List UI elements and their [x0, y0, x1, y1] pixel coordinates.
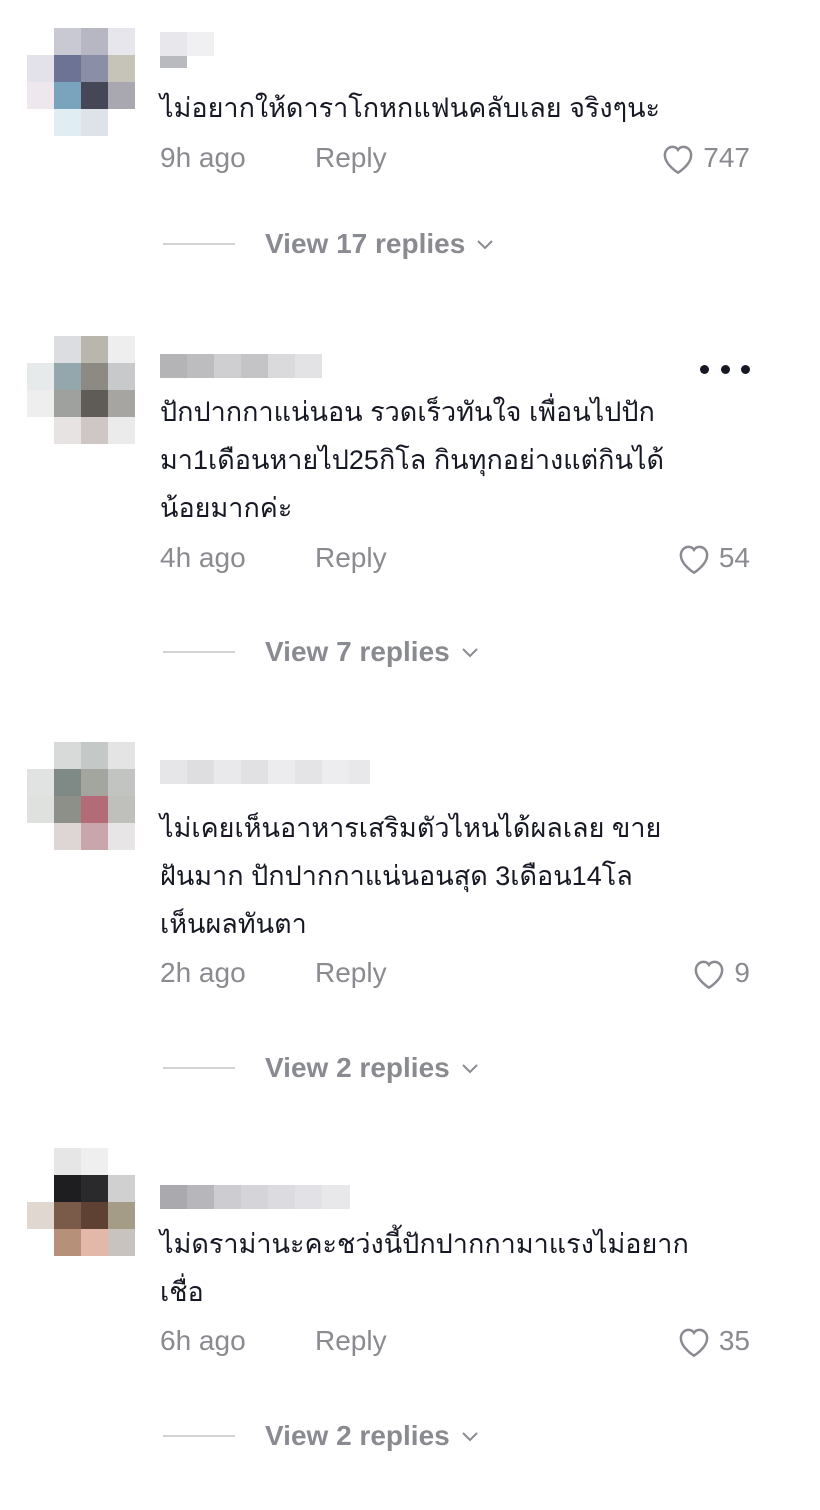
like-count: 35	[718, 1325, 750, 1356]
chevron-down-icon	[462, 1064, 478, 1074]
chevron-down-icon	[477, 240, 493, 250]
reply-button[interactable]: Reply	[315, 1321, 387, 1361]
like-button[interactable]: 747	[659, 138, 750, 178]
view-replies-label: View 7 replies	[265, 636, 450, 667]
view-replies-button[interactable]: View 17 replies	[163, 224, 495, 264]
like-button[interactable]: 9	[690, 953, 750, 993]
divider-line	[163, 243, 235, 245]
comment-time: 2h ago	[160, 957, 246, 988]
comment-text: ไม่เคยเห็นอาหารเสริมตัวไหนได้ผลเลย ขาย ฝ…	[160, 813, 662, 939]
username-redacted[interactable]	[160, 32, 220, 68]
view-replies-label: View 2 replies	[265, 1052, 450, 1083]
divider-line	[163, 1435, 235, 1437]
comment-meta: 2h ago Reply 9	[160, 953, 750, 993]
heart-outline-icon	[679, 545, 709, 575]
view-replies-label: View 2 replies	[265, 1420, 450, 1451]
view-replies-button[interactable]: View 2 replies	[163, 1416, 480, 1456]
like-button[interactable]: 35	[675, 1321, 750, 1361]
chevron-down-icon	[462, 648, 478, 658]
comment-text: ปักปากกาแน่นอน รวดเร็วทันใจ เพื่อนไปปัก …	[160, 397, 665, 523]
like-count: 54	[718, 542, 750, 573]
comment-meta: 6h ago Reply 35	[160, 1321, 750, 1361]
comment-text: ไม่อยากให้ดาราโกหกแฟนคลับเลย จริงๆนะ	[160, 93, 661, 123]
divider-line	[163, 651, 235, 653]
view-replies-button[interactable]: View 2 replies	[163, 1048, 480, 1088]
comment-time: 4h ago	[160, 542, 246, 573]
heart-outline-icon	[663, 145, 693, 175]
avatar[interactable]	[27, 336, 137, 456]
chevron-down-icon	[462, 1432, 478, 1442]
comment-meta: 9h ago Reply 747	[160, 138, 750, 178]
comment-time: 6h ago	[160, 1325, 246, 1356]
reply-button[interactable]: Reply	[315, 953, 387, 993]
comment-text: ไม่ดราม่านะคะชว่งนี้ปักปากกามาแรงไม่อยาก…	[160, 1229, 689, 1307]
avatar[interactable]	[27, 742, 137, 862]
comment-meta: 4h ago Reply 54	[160, 538, 750, 578]
heart-outline-icon	[695, 960, 724, 990]
username-redacted[interactable]	[160, 1185, 350, 1209]
reply-button[interactable]: Reply	[315, 138, 387, 178]
like-count: 747	[703, 142, 750, 173]
like-button[interactable]: 54	[675, 538, 750, 578]
username-redacted[interactable]	[160, 760, 370, 784]
view-replies-label: View 17 replies	[265, 228, 466, 259]
like-count: 9	[734, 957, 750, 988]
reply-button[interactable]: Reply	[315, 538, 387, 578]
comment-time: 9h ago	[160, 142, 246, 173]
view-replies-button[interactable]: View 7 replies	[163, 632, 480, 672]
avatar[interactable]	[27, 1148, 137, 1268]
divider-line	[163, 1067, 235, 1069]
avatar[interactable]	[27, 28, 137, 148]
more-dots-icon[interactable]	[700, 362, 750, 376]
heart-outline-icon	[679, 1328, 709, 1358]
username-redacted[interactable]	[160, 354, 325, 378]
